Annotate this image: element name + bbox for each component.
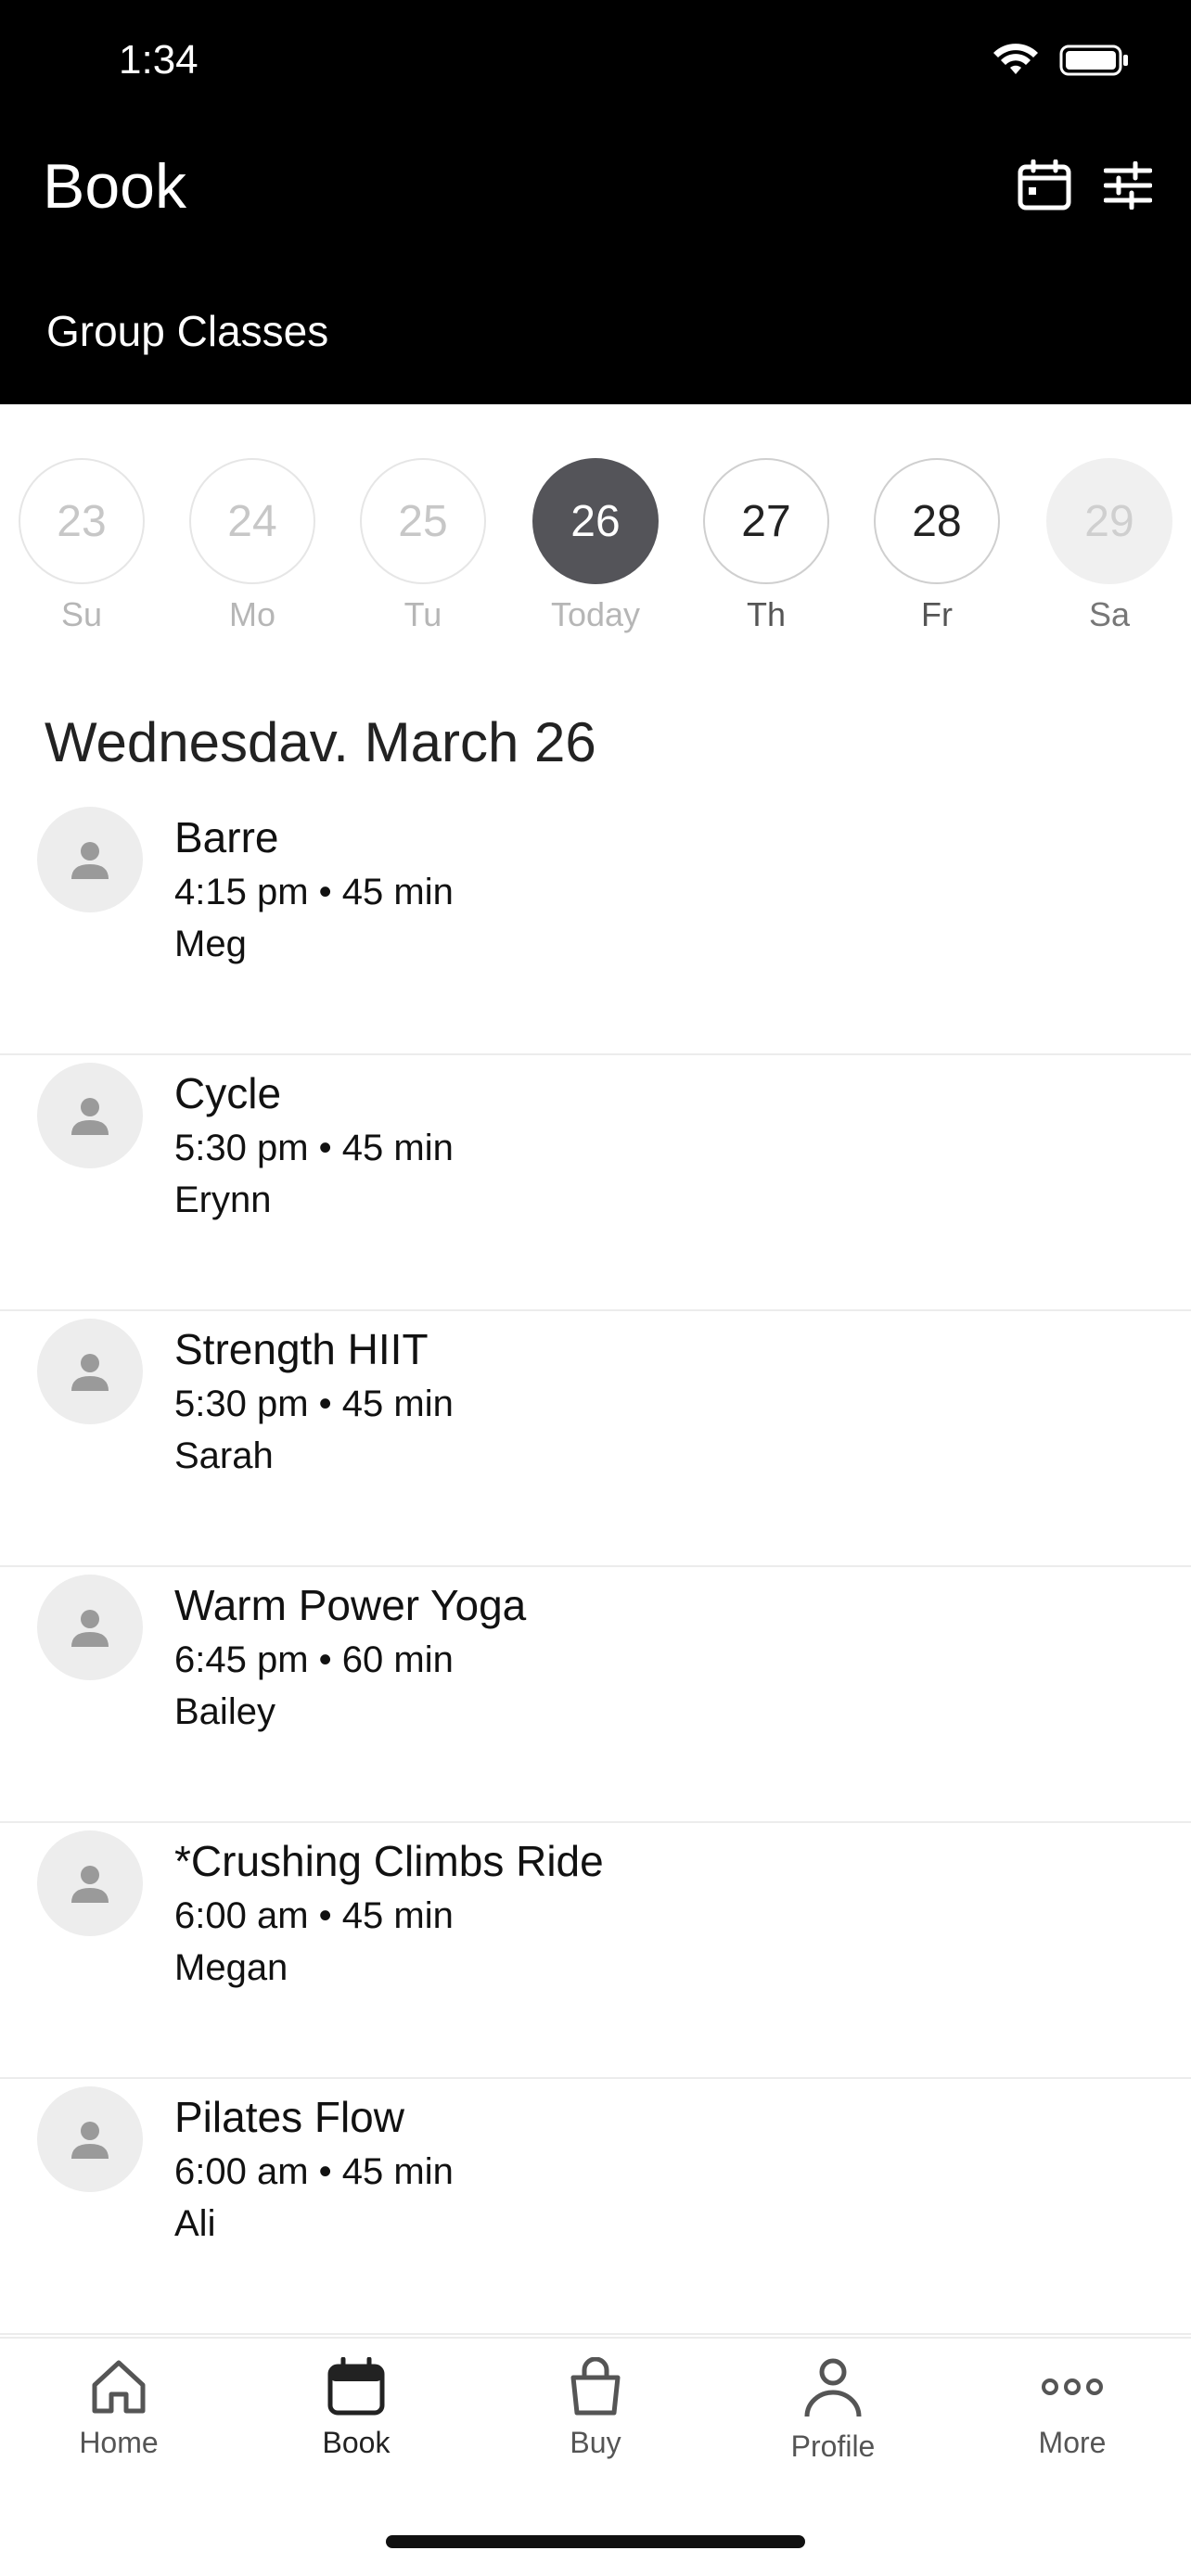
- class-row[interactable]: Strength HIIT 5:30 pm • 45 min Sarah: [0, 1311, 1191, 1567]
- person-placeholder-icon: [71, 1098, 109, 1135]
- avatar: [37, 1063, 143, 1168]
- filter-sliders-icon[interactable]: [1104, 161, 1152, 210]
- tab-label: More: [1038, 2426, 1107, 2459]
- day-item-th[interactable]: 27 Th: [701, 458, 831, 634]
- person-placeholder-icon: [71, 2122, 109, 2159]
- date-heading: Wednesdav. March 26: [45, 711, 596, 773]
- person-placeholder-icon: [71, 1866, 109, 1903]
- class-name: Strength HIIT: [174, 1325, 429, 1373]
- class-name: Pilates Flow: [174, 2093, 404, 2141]
- class-instructor: Erynn: [174, 1180, 272, 1220]
- day-number: 28: [874, 458, 1000, 584]
- class-row[interactable]: *Crushing Climbs Ride 6:00 am • 45 min M…: [0, 1823, 1191, 2079]
- class-name: Barre: [174, 813, 279, 861]
- person-placeholder-icon: [71, 1610, 109, 1647]
- class-time: 5:30 pm • 45 min: [174, 1128, 454, 1168]
- day-label: Th: [746, 595, 786, 633]
- section-subtitle: Group Classes: [46, 307, 329, 355]
- tab-label: Profile: [790, 2429, 876, 2463]
- battery-icon: [1059, 43, 1130, 83]
- avatar: [37, 2086, 143, 2192]
- day-label: Fr: [921, 595, 953, 633]
- class-instructor: Sarah: [174, 1435, 274, 1476]
- day-number: 23: [19, 458, 145, 584]
- avatar: [37, 807, 143, 912]
- shopping-bag-icon: [570, 2357, 621, 2416]
- class-instructor: Meg: [174, 924, 247, 964]
- class-row[interactable]: Cycle 5:30 pm • 45 min Erynn: [0, 1055, 1191, 1311]
- tab-label: Buy: [570, 2426, 621, 2459]
- day-number: 26: [532, 458, 659, 584]
- avatar: [37, 1575, 143, 1680]
- status-icons: [992, 43, 1130, 83]
- status-time: 1:34: [119, 37, 198, 83]
- calendar-icon: [327, 2357, 385, 2416]
- tab-label: Book: [322, 2426, 391, 2459]
- header-actions: [1017, 159, 1152, 211]
- tab-home[interactable]: Home: [26, 2357, 211, 2460]
- more-dots-icon: [1042, 2378, 1103, 2395]
- day-label: Sa: [1088, 595, 1131, 633]
- class-name: *Crushing Climbs Ride: [174, 1837, 604, 1885]
- tab-more[interactable]: More: [980, 2357, 1165, 2460]
- class-time: 6:45 pm • 60 min: [174, 1639, 454, 1680]
- person-placeholder-icon: [71, 1354, 109, 1391]
- avatar: [37, 1319, 143, 1424]
- class-time: 5:30 pm • 45 min: [174, 1384, 454, 1424]
- class-name: Warm Power Yoga: [174, 1581, 527, 1629]
- class-row[interactable]: Warm Power Yoga 6:45 pm • 60 min Bailey: [0, 1567, 1191, 1823]
- class-instructor: Ali: [174, 2203, 216, 2244]
- class-instructor: Megan: [174, 1947, 288, 1988]
- day-item-sa[interactable]: 29 Sa: [1044, 458, 1174, 634]
- day-number: 24: [189, 458, 315, 584]
- home-indicator: [386, 2535, 805, 2548]
- tab-buy[interactable]: Buy: [503, 2357, 688, 2460]
- class-time: 4:15 pm • 45 min: [174, 872, 454, 912]
- class-row[interactable]: Barre 4:15 pm • 45 min Meg: [0, 799, 1191, 1055]
- home-icon: [92, 2360, 146, 2414]
- day-number: 27: [703, 458, 829, 584]
- class-name: Cycle: [174, 1069, 282, 1117]
- day-label: Su: [60, 595, 103, 633]
- tab-book[interactable]: Book: [263, 2357, 449, 2460]
- day-label: Tu: [403, 595, 442, 633]
- page-title: Book: [43, 151, 186, 222]
- class-row[interactable]: Pilates Flow 6:00 am • 45 min Ali: [0, 2079, 1191, 2335]
- day-number: 25: [360, 458, 486, 584]
- class-instructor: Bailey: [174, 1691, 275, 1732]
- day-number: 29: [1046, 458, 1172, 584]
- tab-label: Home: [79, 2426, 159, 2459]
- day-selector: 23 Su 24 Mo 25 Tu 26 Today 27 Th 28 Fr 2…: [0, 458, 1191, 644]
- avatar: [37, 1830, 143, 1936]
- day-label: Today: [550, 595, 641, 633]
- day-item-fr[interactable]: 28 Fr: [872, 458, 1002, 634]
- app-header: 1:34 Book Group Classes: [0, 0, 1191, 404]
- day-item-today[interactable]: 26 Today: [531, 458, 660, 634]
- person-placeholder-icon: [71, 842, 109, 879]
- calendar-icon[interactable]: [1017, 159, 1072, 211]
- class-time: 6:00 am • 45 min: [174, 2151, 454, 2192]
- person-icon: [804, 2358, 862, 2417]
- class-time: 6:00 am • 45 min: [174, 1895, 454, 1936]
- day-label: Mo: [228, 595, 275, 633]
- day-item-su[interactable]: 23 Su: [17, 458, 147, 634]
- day-item-mo[interactable]: 24 Mo: [187, 458, 317, 634]
- day-item-tu[interactable]: 25 Tu: [358, 458, 488, 634]
- wifi-icon: [992, 43, 1039, 83]
- tab-profile[interactable]: Profile: [740, 2357, 926, 2464]
- class-list: Barre 4:15 pm • 45 min Meg Cycle 5:30 pm…: [0, 799, 1191, 2335]
